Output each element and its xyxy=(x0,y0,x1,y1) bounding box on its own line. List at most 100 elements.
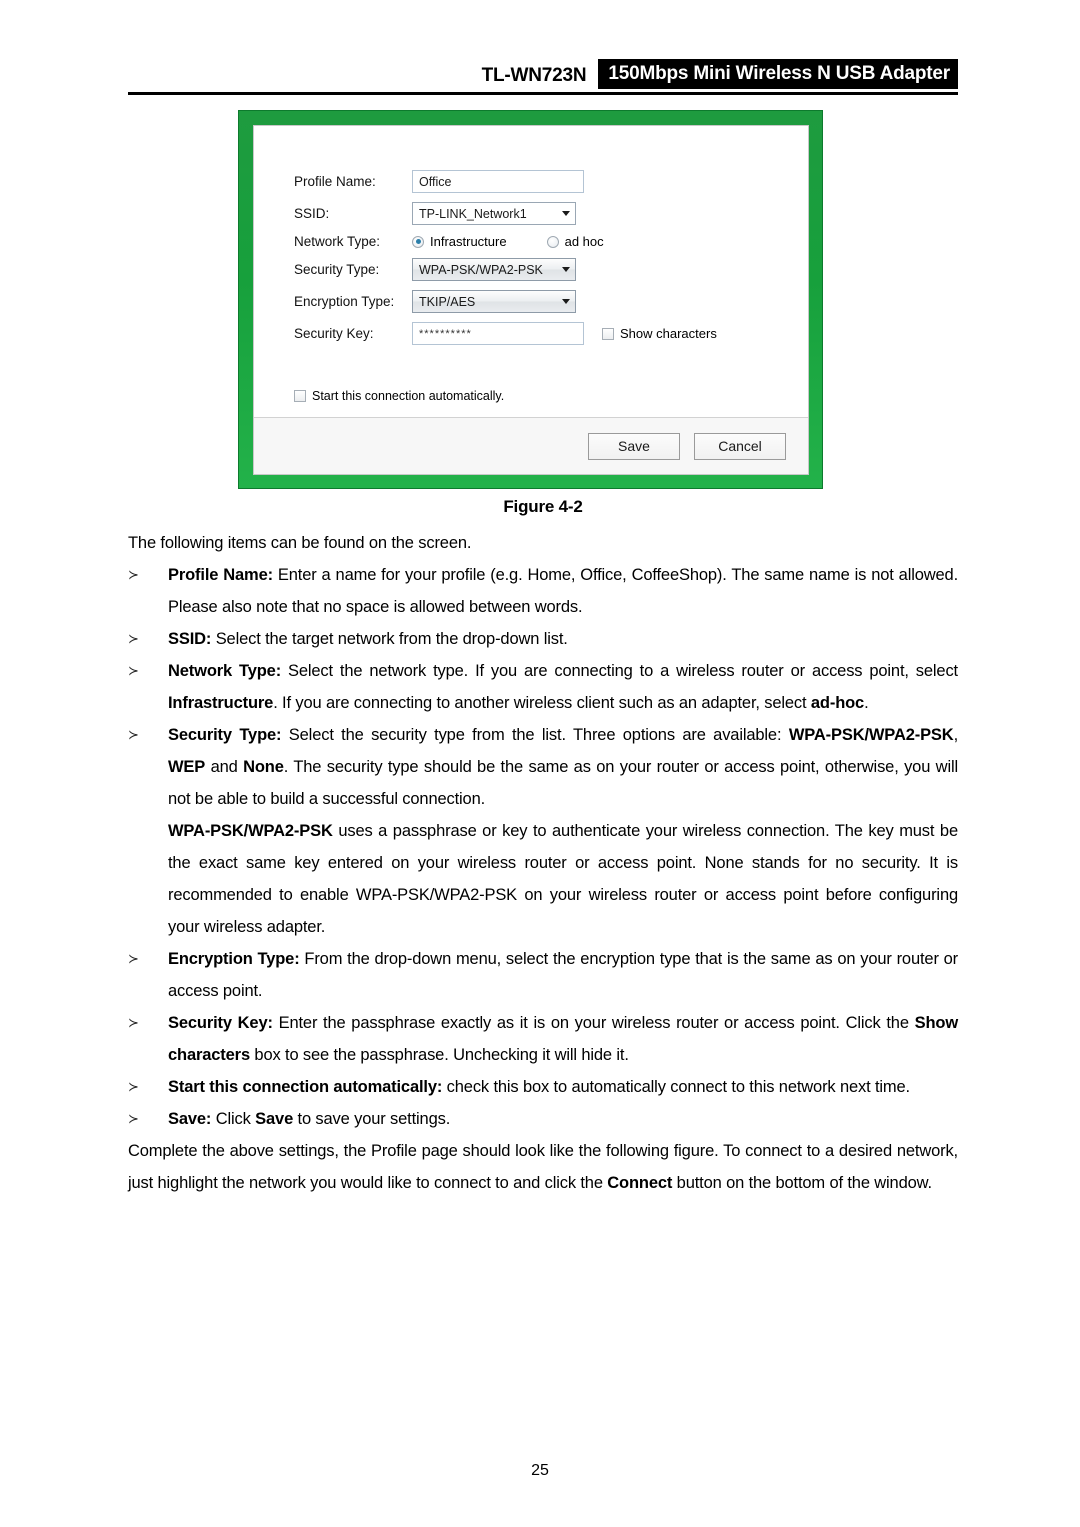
bullet-bold-wep: WEP xyxy=(168,758,206,776)
bullet-body: . If you are connecting to another wirel… xyxy=(273,694,811,712)
page-number: 25 xyxy=(531,1462,549,1479)
bullet-text: Save: Click Save to save your settings. xyxy=(168,1103,958,1135)
bullet-term: Security Key: xyxy=(168,1014,273,1032)
bullet-marker: ≻ xyxy=(128,951,139,966)
label-security-key: Security Key: xyxy=(294,326,374,341)
row-network-type: Network Type: Infrastructure ad hoc xyxy=(254,234,808,249)
label-security-type: Security Type: xyxy=(294,262,380,277)
radio-icon-ad-hoc[interactable] xyxy=(546,235,559,248)
save-button[interactable]: Save xyxy=(588,432,680,460)
header-row: TL-WN723N 150Mbps Mini Wireless N USB Ad… xyxy=(128,55,958,89)
bullet-ssid: ≻ SSID: Select the target network from t… xyxy=(128,623,958,655)
dialog-footer: Save Cancel xyxy=(254,417,808,474)
bullet-marker: ≻ xyxy=(128,1015,139,1030)
bullet-body: . xyxy=(864,694,869,712)
auto-start-label: Start this connection automatically. xyxy=(312,389,505,403)
model-name: TL-WN723N xyxy=(481,65,587,86)
radio-option-ad-hoc[interactable]: ad hoc xyxy=(546,234,604,249)
header-divider xyxy=(128,92,958,95)
chevron-down-icon xyxy=(562,211,570,216)
bullet-term: Profile Name: xyxy=(168,566,273,584)
bullet-text: Security Type: Select the security type … xyxy=(168,719,958,815)
bullet-marker: ≻ xyxy=(128,727,139,742)
chevron-down-icon xyxy=(562,299,570,304)
bullet-text: Start this connection automatically: che… xyxy=(168,1071,958,1103)
radio-option-infrastructure[interactable]: Infrastructure xyxy=(412,234,507,249)
label-network-type: Network Type: xyxy=(294,234,381,249)
label-profile-name: Profile Name: xyxy=(294,174,376,189)
wpa-bold-term: WPA-PSK/WPA2-PSK xyxy=(168,822,333,840)
bullet-bold-wpa: WPA-PSK/WPA2-PSK xyxy=(788,726,954,744)
figure-profile-dialog: Profile Name: Office SSID: TP-LINK_Netwo… xyxy=(238,110,823,489)
bullet-encryption-type: ≻ Encryption Type: From the drop-down me… xyxy=(128,943,958,1007)
label-encryption-type: Encryption Type: xyxy=(294,294,395,309)
network-type-radio-group: Infrastructure ad hoc xyxy=(412,234,644,249)
auto-start-checkbox-row[interactable]: Start this connection automatically. xyxy=(294,389,504,403)
figure-caption: Figure 4-2 xyxy=(503,497,583,516)
bullet-text: Network Type: Select the network type. I… xyxy=(168,655,958,719)
profile-name-input[interactable]: Office xyxy=(412,170,584,193)
closing-bold-connect: Connect xyxy=(607,1174,673,1192)
bullet-bold-none: None xyxy=(243,758,284,776)
encryption-type-dropdown[interactable]: TKIP/AES xyxy=(412,290,576,313)
bullet-body: box to see the passphrase. Unchecking it… xyxy=(249,1046,629,1064)
bullet-marker: ≻ xyxy=(128,663,139,678)
radio-label-infrastructure: Infrastructure xyxy=(430,234,507,249)
security-type-value: WPA-PSK/WPA2-PSK xyxy=(419,262,543,277)
bullet-term: Save: xyxy=(168,1110,212,1128)
bullet-auto-start: ≻ Start this connection automatically: c… xyxy=(128,1071,958,1103)
profile-dialog: Profile Name: Office SSID: TP-LINK_Netwo… xyxy=(253,125,809,475)
bullet-bold-ad-hoc: ad-hoc xyxy=(810,694,865,712)
bullet-bold-save: Save xyxy=(255,1110,294,1128)
bullet-text: SSID: Select the target network from the… xyxy=(168,623,958,655)
bullet-term: Security Type: xyxy=(168,726,282,744)
bullet-body: Enter the passphrase exactly as it is on… xyxy=(272,1014,915,1032)
radio-icon-infrastructure[interactable] xyxy=(412,235,424,248)
ssid-dropdown[interactable]: TP-LINK_Network1 xyxy=(412,202,576,225)
bullet-body: Select the security type from the list. … xyxy=(281,726,789,744)
label-ssid: SSID: xyxy=(294,206,330,221)
bullet-body: and xyxy=(205,758,244,776)
product-banner: 150Mbps Mini Wireless N USB Adapter xyxy=(598,59,958,89)
show-characters-checkbox-row[interactable]: Show characters xyxy=(602,326,717,341)
security-key-input[interactable]: ********** xyxy=(412,322,584,345)
bullet-save: ≻ Save: Click Save to save your settings… xyxy=(128,1103,958,1135)
ssid-value: TP-LINK_Network1 xyxy=(419,206,527,221)
bullet-security-type: ≻ Security Type: Select the security typ… xyxy=(128,719,958,815)
page-header: TL-WN723N 150Mbps Mini Wireless N USB Ad… xyxy=(128,55,958,95)
bullet-text: Profile Name: Enter a name for your prof… xyxy=(168,559,958,623)
bullet-security-key: ≻ Security Key: Enter the passphrase exa… xyxy=(128,1007,958,1071)
radio-label-ad-hoc: ad hoc xyxy=(564,234,604,249)
bullet-term: SSID: xyxy=(168,630,212,648)
bullet-term: Start this connection automatically: xyxy=(168,1078,443,1096)
row-profile-name: Profile Name: Office xyxy=(254,170,808,193)
bullet-network-type: ≻ Network Type: Select the network type.… xyxy=(128,655,958,719)
bullet-marker: ≻ xyxy=(128,567,139,582)
cancel-button[interactable]: Cancel xyxy=(694,432,786,460)
show-characters-label: Show characters xyxy=(620,326,717,341)
row-security-key: Security Key: ********** Show characters xyxy=(254,322,808,345)
bullet-marker: ≻ xyxy=(128,1111,139,1126)
security-type-dropdown[interactable]: WPA-PSK/WPA2-PSK xyxy=(412,258,576,281)
intro-paragraph: The following items can be found on the … xyxy=(128,534,472,552)
bullet-body: Enter a name for your profile (e.g. Home… xyxy=(168,566,958,616)
document-body: The following items can be found on the … xyxy=(128,527,958,1199)
bullet-body: check this box to automatically connect … xyxy=(442,1078,910,1096)
bullet-marker: ≻ xyxy=(128,1079,139,1094)
dialog-body: Profile Name: Office SSID: TP-LINK_Netwo… xyxy=(254,126,808,417)
bullet-body: Click xyxy=(211,1110,256,1128)
bullet-body: , xyxy=(953,726,959,744)
bullet-term: Network Type: xyxy=(168,662,282,680)
closing-body: button on the bottom of the window. xyxy=(672,1174,932,1192)
encryption-type-value: TKIP/AES xyxy=(419,294,476,309)
bullet-text: Encryption Type: From the drop-down menu… xyxy=(168,943,958,1007)
checkbox-icon-show-characters[interactable] xyxy=(602,327,614,340)
bullet-text: Security Key: Enter the passphrase exact… xyxy=(168,1007,958,1071)
bullet-body: . The security type should be the same a… xyxy=(168,758,958,808)
row-encryption-type: Encryption Type: TKIP/AES xyxy=(254,290,808,313)
dialog-green-frame: Profile Name: Office SSID: TP-LINK_Netwo… xyxy=(238,110,823,489)
row-ssid: SSID: TP-LINK_Network1 xyxy=(254,202,808,225)
bullet-body: to save your settings. xyxy=(293,1110,451,1128)
bullet-bold-infrastructure: Infrastructure xyxy=(168,694,274,712)
checkbox-icon-auto-start[interactable] xyxy=(294,390,306,402)
